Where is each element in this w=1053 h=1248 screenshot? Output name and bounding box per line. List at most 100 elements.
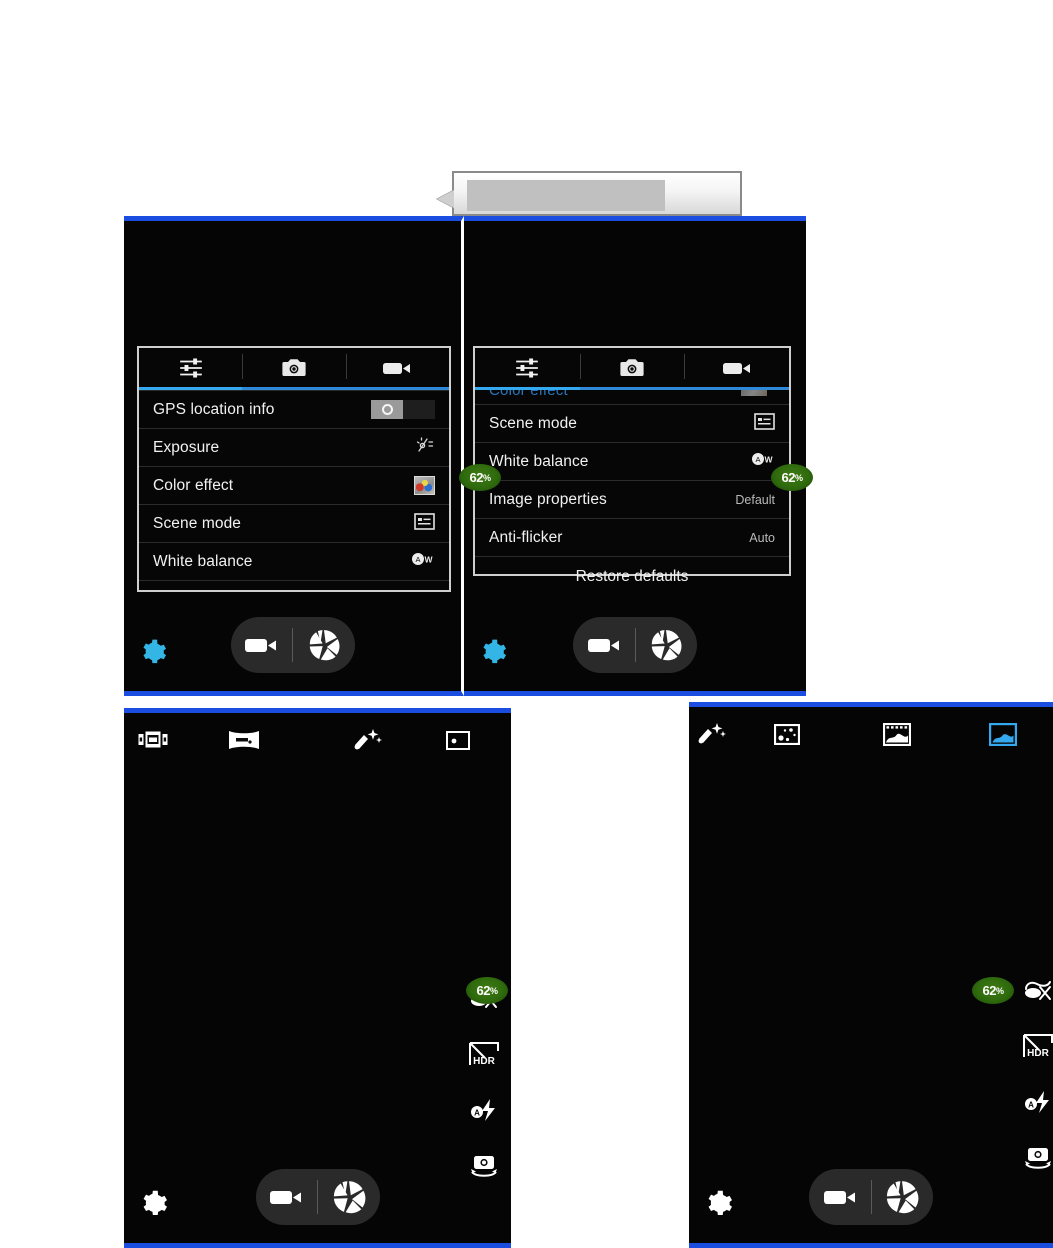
row-color-effect[interactable]: Color effect <box>139 466 449 504</box>
camera-bottom-bar <box>464 613 806 677</box>
row-gps-location-info[interactable]: GPS location info <box>139 390 449 428</box>
video-record-button[interactable] <box>809 1169 871 1225</box>
flash-auto-icon[interactable]: A <box>1021 1085 1053 1119</box>
tab-video-settings[interactable] <box>684 348 790 390</box>
phone-screen-bottom-right: HDR A <box>689 702 1053 1248</box>
row-label: Image properties <box>489 490 607 508</box>
row-label: White balance <box>489 452 589 470</box>
gear-icon[interactable] <box>140 1190 168 1223</box>
row-scene-mode[interactable]: Scene mode <box>475 404 789 442</box>
row-exposure[interactable]: Exposure <box>139 428 449 466</box>
battery-badge: 62% <box>771 464 813 491</box>
camera-bottom-bar <box>689 1165 1053 1229</box>
settings-tabs <box>139 348 449 390</box>
camera-icon <box>619 358 645 378</box>
video-record-button[interactable] <box>256 1169 318 1225</box>
capture-controls <box>230 617 355 673</box>
camera-bottom-bar <box>124 613 461 677</box>
self-timer-off-icon[interactable] <box>1021 973 1053 1007</box>
tab-camera-settings[interactable] <box>242 348 346 390</box>
restore-defaults-button[interactable]: Restore defaults <box>475 556 789 596</box>
battery-badge-unit: % <box>489 985 498 996</box>
capture-controls <box>255 1169 380 1225</box>
sliders-icon <box>178 357 204 379</box>
video-record-button[interactable] <box>573 617 635 673</box>
settings-dialog-general: GPS location info Exposure Color effect … <box>137 346 451 592</box>
phone-screen-top-right: Color effect Scene mode White balance A … <box>464 216 806 696</box>
sliders-icon <box>514 357 540 379</box>
battery-badge-value: 62 <box>476 983 491 998</box>
partial-row-label: Color effect <box>489 390 568 399</box>
video-record-button[interactable] <box>231 617 293 673</box>
camera-icon <box>281 358 307 378</box>
row-value: Auto <box>749 530 775 545</box>
tab-video-settings[interactable] <box>345 348 449 390</box>
mode-multi-angle-view[interactable] <box>124 729 182 751</box>
svg-text:W: W <box>424 554 433 564</box>
row-label: Scene mode <box>489 414 578 432</box>
camera-side-controls: HDR A <box>1021 973 1053 1175</box>
camera-mode-strip <box>689 717 1053 751</box>
toggle-knob <box>371 400 403 419</box>
row-label: Color effect <box>153 476 234 494</box>
row-anti-flicker[interactable]: Anti-flicker Auto <box>475 518 789 556</box>
battery-badge-value: 62 <box>982 983 997 998</box>
gear-icon[interactable] <box>705 1190 733 1223</box>
row-label: Exposure <box>153 438 220 456</box>
svg-text:HDR: HDR <box>473 1056 495 1067</box>
tooltip-inner-field <box>467 180 665 211</box>
phone-screen-top-left: GPS location info Exposure Color effect … <box>124 216 464 696</box>
svg-text:HDR: HDR <box>1027 1048 1049 1059</box>
row-scene-mode[interactable]: Scene mode <box>139 504 449 542</box>
tab-camera-settings[interactable] <box>579 348 685 390</box>
row-image-properties[interactable]: Image properties Default <box>475 480 789 518</box>
row-white-balance[interactable]: White balance A W <box>475 442 789 480</box>
shutter-button[interactable] <box>293 617 355 673</box>
settings-dialog-general-scrolled: Color effect Scene mode White balance A … <box>473 346 791 585</box>
svg-text:A: A <box>415 555 420 564</box>
gear-icon[interactable] <box>480 639 507 671</box>
color-effect-thumbnail-icon <box>741 390 767 396</box>
color-effect-thumbnail-icon <box>414 476 435 495</box>
row-label: White balance <box>153 552 253 570</box>
mode-panorama[interactable] <box>182 728 306 752</box>
battery-badge-unit: % <box>482 472 491 483</box>
screenshot-root: GPS location info Exposure Color effect … <box>0 0 1053 1248</box>
partially-scrolled-row: Color effect <box>475 390 789 404</box>
row-label: Scene mode <box>153 514 242 532</box>
gps-toggle-switch[interactable] <box>371 400 435 419</box>
battery-badge-unit: % <box>995 985 1004 996</box>
svg-text:A: A <box>474 1109 480 1118</box>
mode-live-photo[interactable] <box>841 722 953 746</box>
tooltip-tail <box>437 190 454 208</box>
battery-badge-unit: % <box>794 472 803 483</box>
hdr-icon[interactable]: HDR <box>1021 1029 1053 1063</box>
mode-multi-angle-view[interactable] <box>733 723 841 745</box>
battery-badge: 62% <box>972 977 1014 1004</box>
settings-list-bottom-spacer <box>139 580 449 600</box>
video-icon <box>722 360 752 376</box>
svg-text:A: A <box>755 455 760 464</box>
phone-screen-bottom-left: HDR A <box>124 708 511 1248</box>
flash-auto-icon[interactable]: A <box>467 1093 501 1127</box>
exposure-icon <box>415 436 435 459</box>
hdr-icon[interactable]: HDR <box>467 1037 501 1071</box>
shutter-button[interactable] <box>318 1169 380 1225</box>
shutter-button[interactable] <box>872 1169 934 1225</box>
gear-icon[interactable] <box>140 639 167 671</box>
camera-mode-strip <box>124 723 511 757</box>
mode-picture[interactable] <box>428 730 488 750</box>
settings-tabs <box>475 348 790 390</box>
svg-text:A: A <box>1028 1101 1034 1110</box>
mode-face-beauty[interactable] <box>689 721 733 747</box>
tab-general-settings[interactable] <box>475 348 580 390</box>
row-white-balance[interactable]: White balance A W <box>139 542 449 580</box>
scene-mode-icon <box>414 512 435 535</box>
mode-picture-active[interactable] <box>953 722 1053 746</box>
mode-face-beauty[interactable] <box>306 727 428 753</box>
tab-general-settings[interactable] <box>139 348 243 390</box>
shutter-button[interactable] <box>636 617 698 673</box>
battery-badge-value: 62 <box>781 470 796 485</box>
capture-controls <box>573 617 697 673</box>
svg-text:W: W <box>764 454 773 464</box>
